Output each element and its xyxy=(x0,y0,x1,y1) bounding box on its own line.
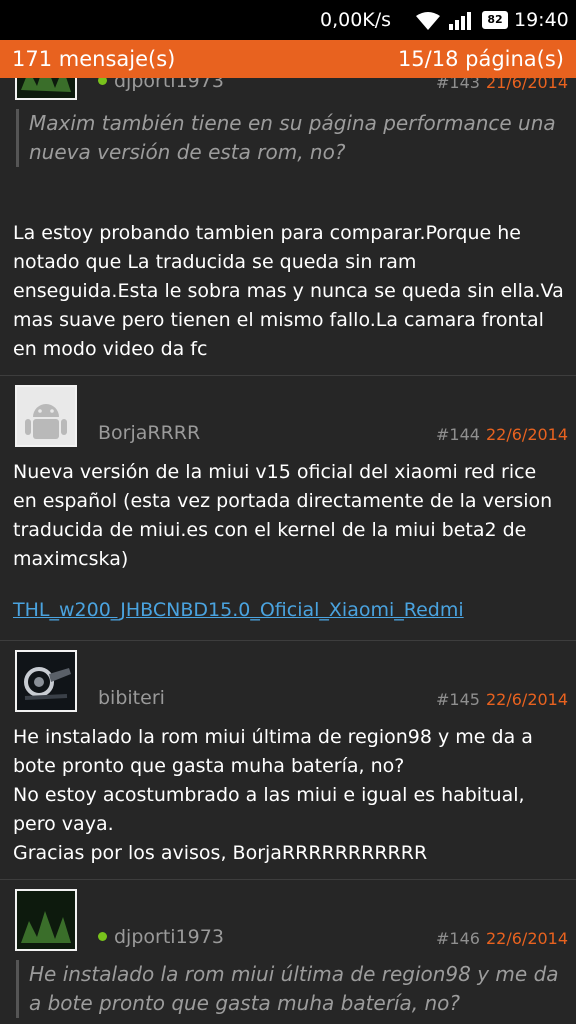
post-author[interactable]: BorjaRRRR xyxy=(98,422,200,444)
post-author[interactable]: bibiteri xyxy=(98,687,165,709)
post-date: 22/6/2014 xyxy=(486,929,569,948)
post-number: #145 xyxy=(436,690,480,709)
post-146: djporti1973 #146 22/6/2014 He instalado … xyxy=(0,880,576,1024)
post-144: BorjaRRRR #144 22/6/2014 Nueva versión d… xyxy=(0,376,576,640)
attachment-link[interactable]: THL_w200_JHBCNBD15.0_Oficial_Xiaomi_Redm… xyxy=(13,596,464,625)
post-number: #146 xyxy=(436,929,480,948)
network-speed: 0,00K/s xyxy=(320,9,392,31)
post-date: 22/6/2014 xyxy=(486,425,569,444)
post-date: 21/6/2014 xyxy=(486,78,569,92)
avatar[interactable] xyxy=(15,78,77,100)
message-count: 171 mensaje(s) xyxy=(12,47,176,71)
avatar[interactable] xyxy=(15,889,77,951)
post-quote: He instalado la rom miui última de regio… xyxy=(16,960,574,1018)
avatar[interactable] xyxy=(15,385,77,447)
status-bar: 0,00K/s 82 19:40 xyxy=(0,0,576,40)
post-number: #143 xyxy=(436,78,480,92)
battery-icon: 82 xyxy=(482,11,508,29)
clock: 19:40 xyxy=(514,9,569,31)
post-list[interactable]: djporti1973 #143 21/6/2014 Maxim también… xyxy=(0,78,576,1024)
online-status-icon xyxy=(98,78,107,85)
signal-icon xyxy=(449,12,471,30)
wifi-icon xyxy=(416,12,440,30)
android-avatar-icon xyxy=(17,387,75,445)
post-143: djporti1973 #143 21/6/2014 Maxim también… xyxy=(0,78,576,376)
post-body: He instalado la rom miui última de regio… xyxy=(13,726,533,864)
post-number: #144 xyxy=(436,425,480,444)
page-indicator[interactable]: 15/18 página(s) xyxy=(398,40,564,78)
avatar[interactable] xyxy=(15,650,77,712)
thread-header: 171 mensaje(s) 15/18 página(s) xyxy=(0,40,576,78)
online-status-icon xyxy=(98,932,107,941)
post-author[interactable]: djporti1973 xyxy=(98,78,224,92)
motorcycle-avatar-image xyxy=(17,652,75,710)
post-date: 22/6/2014 xyxy=(486,690,569,709)
post-body: Nueva versión de la miui v15 oficial del… xyxy=(13,461,553,570)
avatar-image xyxy=(17,78,75,98)
post-quote: Maxim también tiene en su página perform… xyxy=(16,109,574,167)
post-author[interactable]: djporti1973 xyxy=(98,926,224,948)
post-body: La estoy probando tambien para comparar.… xyxy=(13,222,564,360)
post-145: bibiteri #145 22/6/2014 He instalado la … xyxy=(0,641,576,879)
avatar-image xyxy=(17,891,75,949)
